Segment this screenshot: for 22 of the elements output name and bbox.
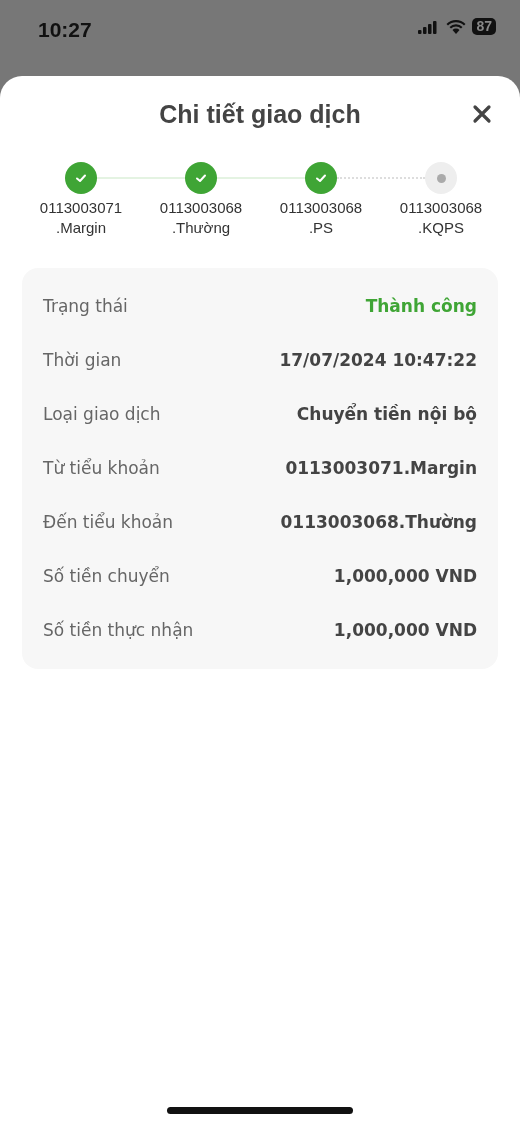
status-value: Thành công	[365, 296, 477, 316]
step-account: 0113003071 .Margin	[39, 198, 123, 238]
step-account: 0113003068 .Thường	[159, 198, 243, 238]
detail-label: Số tiền chuyển	[43, 566, 170, 586]
detail-label: Trạng thái	[43, 296, 128, 316]
status-time: 10:27	[38, 18, 92, 42]
detail-value: Chuyển tiền nội bộ	[296, 404, 477, 424]
battery-level: 87	[472, 18, 496, 35]
detail-label: Thời gian	[43, 350, 122, 370]
detail-label: Số tiền thực nhận	[43, 620, 194, 640]
detail-label: Đến tiểu khoản	[43, 512, 174, 532]
step-account: 0113003068 .PS	[279, 198, 363, 238]
detail-value: 1,000,000 VND	[333, 566, 477, 586]
wifi-icon	[446, 19, 467, 34]
detail-value: 0113003071.Margin	[285, 458, 477, 478]
detail-label: Loại giao dịch	[43, 404, 161, 424]
detail-value: 17/07/2024 10:47:22	[279, 350, 477, 370]
detail-value: 1,000,000 VND	[333, 620, 477, 640]
detail-label: Từ tiểu khoản	[43, 458, 160, 478]
detail-value: 0113003068.Thường	[280, 512, 477, 532]
sheet-title: Chi tiết giao dịch	[159, 99, 361, 129]
step-account: 0113003068 .KQPS	[399, 198, 483, 238]
